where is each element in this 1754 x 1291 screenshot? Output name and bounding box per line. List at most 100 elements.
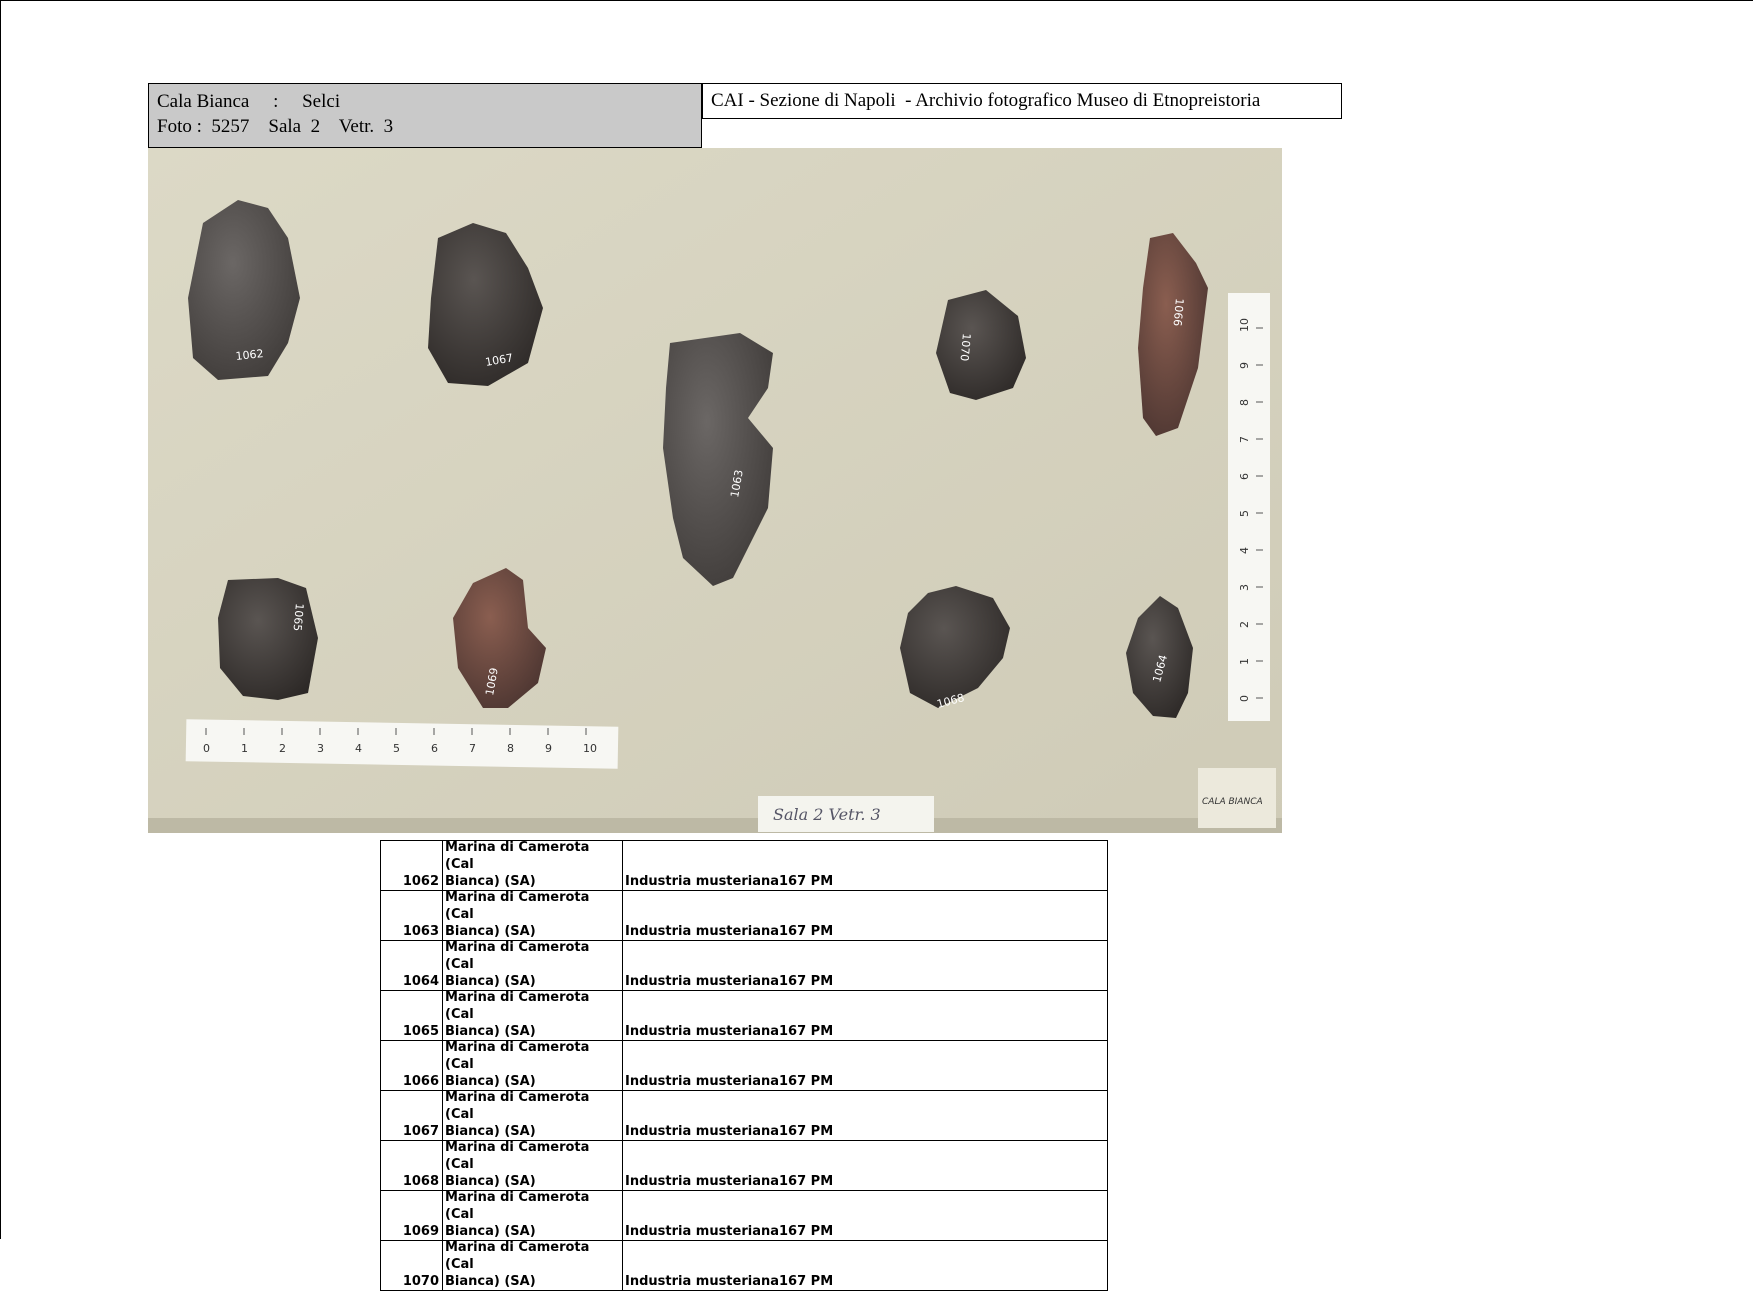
catalog-number: 1063 bbox=[380, 890, 443, 941]
ruler-h-tick-label: 5 bbox=[393, 742, 400, 755]
catalog-row: 1062 Marina di Camerota (Cal Bianca) (SA) I… bbox=[380, 840, 1108, 891]
ruler-v-tick-label: 3 bbox=[1238, 584, 1251, 591]
catalog-industry: Industria musteriana167 PM bbox=[622, 1240, 1108, 1291]
catalog-row: 1065 Marina di Camerota (Cal Bianca) (SA) I… bbox=[380, 990, 1108, 1041]
catalog-row: 1070 Marina di Camerota (Cal Bianca) (SA) I… bbox=[380, 1240, 1108, 1291]
industry-name: Industria musteriana bbox=[625, 874, 780, 889]
catalog-location: Marina di Camerota (Cal Bianca) (SA) bbox=[442, 940, 623, 991]
ruler-h-tick-label: 3 bbox=[317, 742, 324, 755]
catalog-location: Marina di Camerota (Cal Bianca) (SA) bbox=[442, 840, 623, 891]
location-line-1: Marina di Camerota (Cal bbox=[445, 1240, 590, 1272]
industry-name: Industria musteriana bbox=[625, 1224, 780, 1239]
cala-bianca-tag-text: CALA BIANCA bbox=[1202, 797, 1263, 807]
catalog-number: 1069 bbox=[380, 1190, 443, 1241]
location-line-2: Bianca) (SA) bbox=[445, 1074, 536, 1089]
ruler-v-tick-label: 6 bbox=[1238, 473, 1251, 480]
catalog-row: 1066 Marina di Camerota (Cal Bianca) (SA) I… bbox=[380, 1040, 1108, 1091]
period-value: 167 PM bbox=[779, 1274, 834, 1289]
catalog-number: 1067 bbox=[380, 1090, 443, 1141]
sala-card-text: Sala 2 Vetr. 3 bbox=[773, 805, 881, 824]
location-line-1: Marina di Camerota (Cal bbox=[445, 1090, 590, 1122]
period-value: 167 PM bbox=[779, 1074, 834, 1089]
ruler-v-tick-label: 2 bbox=[1238, 621, 1251, 628]
label-1065: 1065 bbox=[291, 603, 306, 632]
ruler-h-tick-label: 0 bbox=[203, 742, 210, 755]
catalog-row: 1068 Marina di Camerota (Cal Bianca) (SA) I… bbox=[380, 1140, 1108, 1191]
catalog-industry: Industria musteriana167 PM bbox=[622, 890, 1108, 941]
ruler-v-tick-label: 8 bbox=[1238, 399, 1251, 406]
catalog-location: Marina di Camerota (Cal Bianca) (SA) bbox=[442, 1040, 623, 1091]
location-line-2: Bianca) (SA) bbox=[445, 1174, 536, 1189]
period-value: 167 PM bbox=[779, 1174, 834, 1189]
catalog-industry: Industria musteriana167 PM bbox=[622, 1140, 1108, 1191]
catalog-industry: Industria musteriana167 PM bbox=[622, 940, 1108, 991]
industry-name: Industria musteriana bbox=[625, 1024, 780, 1039]
industry-name: Industria musteriana bbox=[625, 1274, 780, 1289]
catalog-number: 1065 bbox=[380, 990, 443, 1041]
location-line-1: Marina di Camerota (Cal bbox=[445, 940, 590, 972]
vetrina-label: Vetr. 3 bbox=[338, 116, 394, 137]
catalog-row: 1063 Marina di Camerota (Cal Bianca) (SA) I… bbox=[380, 890, 1108, 941]
industry-name: Industria musteriana bbox=[625, 924, 780, 939]
catalog-number: 1062 bbox=[380, 840, 443, 891]
ruler-h-tick-label: 6 bbox=[431, 742, 438, 755]
industry-name: Industria musteriana bbox=[625, 974, 780, 989]
catalog-industry: Industria musteriana167 PM bbox=[622, 840, 1108, 891]
ruler-v-tick-label: 9 bbox=[1238, 362, 1251, 369]
artifact-photo: 1062 1067 1063 1070 1066 1065 1069 1068 … bbox=[148, 148, 1282, 833]
catalog-location: Marina di Camerota (Cal Bianca) (SA) bbox=[442, 990, 623, 1041]
foto-number: 5257 bbox=[211, 116, 250, 137]
catalog-location: Marina di Camerota (Cal Bianca) (SA) bbox=[442, 1190, 623, 1241]
ruler-v-tick-label: 1 bbox=[1238, 658, 1251, 665]
label-1070: 1070 bbox=[958, 333, 973, 362]
period-value: 167 PM bbox=[779, 924, 834, 939]
period-value: 167 PM bbox=[779, 1024, 834, 1039]
catalog-industry: Industria musteriana167 PM bbox=[622, 990, 1108, 1041]
ruler-v-tick-label: 4 bbox=[1238, 547, 1251, 554]
ruler-v-tick-label: 5 bbox=[1238, 510, 1251, 517]
location-line-2: Bianca) (SA) bbox=[445, 924, 536, 939]
foto-label: Foto : bbox=[157, 116, 202, 137]
caption-line-2: Foto : 5257 Sala 2 Vetr. 3 bbox=[157, 114, 693, 139]
sala-label: Sala 2 bbox=[268, 116, 321, 137]
industry-name: Industria musteriana bbox=[625, 1074, 780, 1089]
ruler-v-tick-label: 7 bbox=[1238, 436, 1251, 443]
location-line-1: Marina di Camerota (Cal bbox=[445, 840, 590, 872]
catalog-industry: Industria musteriana167 PM bbox=[622, 1040, 1108, 1091]
location-line-2: Bianca) (SA) bbox=[445, 974, 536, 989]
location-line-2: Bianca) (SA) bbox=[445, 1024, 536, 1039]
catalog-row: 1069 Marina di Camerota (Cal Bianca) (SA) I… bbox=[380, 1190, 1108, 1241]
catalog-location: Marina di Camerota (Cal Bianca) (SA) bbox=[442, 1240, 623, 1291]
material-name: Selci bbox=[302, 91, 341, 112]
ruler-h-tick-label: 9 bbox=[545, 742, 552, 755]
location-line-1: Marina di Camerota (Cal bbox=[445, 1190, 590, 1222]
catalog-number: 1064 bbox=[380, 940, 443, 991]
catalog-location: Marina di Camerota (Cal Bianca) (SA) bbox=[442, 1140, 623, 1191]
period-value: 167 PM bbox=[779, 974, 834, 989]
location-line-2: Bianca) (SA) bbox=[445, 874, 536, 889]
ruler-h-tick-label: 8 bbox=[507, 742, 514, 755]
catalog-industry: Industria musteriana167 PM bbox=[622, 1090, 1108, 1141]
caption-line-1: Cala Bianca : Selci bbox=[157, 89, 693, 114]
ruler-vertical: 0 1 2 3 4 5 6 7 8 9 10 bbox=[1228, 293, 1270, 721]
ruler-v-tick-label: 10 bbox=[1238, 318, 1251, 332]
board-shadow-edge bbox=[148, 818, 1282, 833]
catalog-row: 1064 Marina di Camerota (Cal Bianca) (SA) I… bbox=[380, 940, 1108, 991]
site-name: Cala Bianca bbox=[157, 91, 250, 112]
catalog-location: Marina di Camerota (Cal Bianca) (SA) bbox=[442, 890, 623, 941]
ruler-h-tick-label: 7 bbox=[469, 742, 476, 755]
ruler-v-tick-label: 0 bbox=[1238, 695, 1251, 702]
ruler-h-tick-label: 4 bbox=[355, 742, 362, 755]
industry-name: Industria musteriana bbox=[625, 1174, 780, 1189]
catalog-industry: Industria musteriana167 PM bbox=[622, 1190, 1108, 1241]
artifact-1065 bbox=[218, 578, 318, 700]
industry-name: Industria musteriana bbox=[625, 1124, 780, 1139]
catalog-number: 1070 bbox=[380, 1240, 443, 1291]
catalog-table: 1062 Marina di Camerota (Cal Bianca) (SA) I… bbox=[380, 840, 1108, 1291]
ruler-h-tick-label: 10 bbox=[583, 742, 597, 755]
ruler-h-tick-label: 1 bbox=[241, 742, 248, 755]
ruler-h-tick-label: 2 bbox=[279, 742, 286, 755]
location-line-1: Marina di Camerota (Cal bbox=[445, 990, 590, 1022]
period-value: 167 PM bbox=[779, 1224, 834, 1239]
photo-caption-box: Cala Bianca : Selci Foto : 5257 Sala 2 V… bbox=[148, 83, 702, 148]
